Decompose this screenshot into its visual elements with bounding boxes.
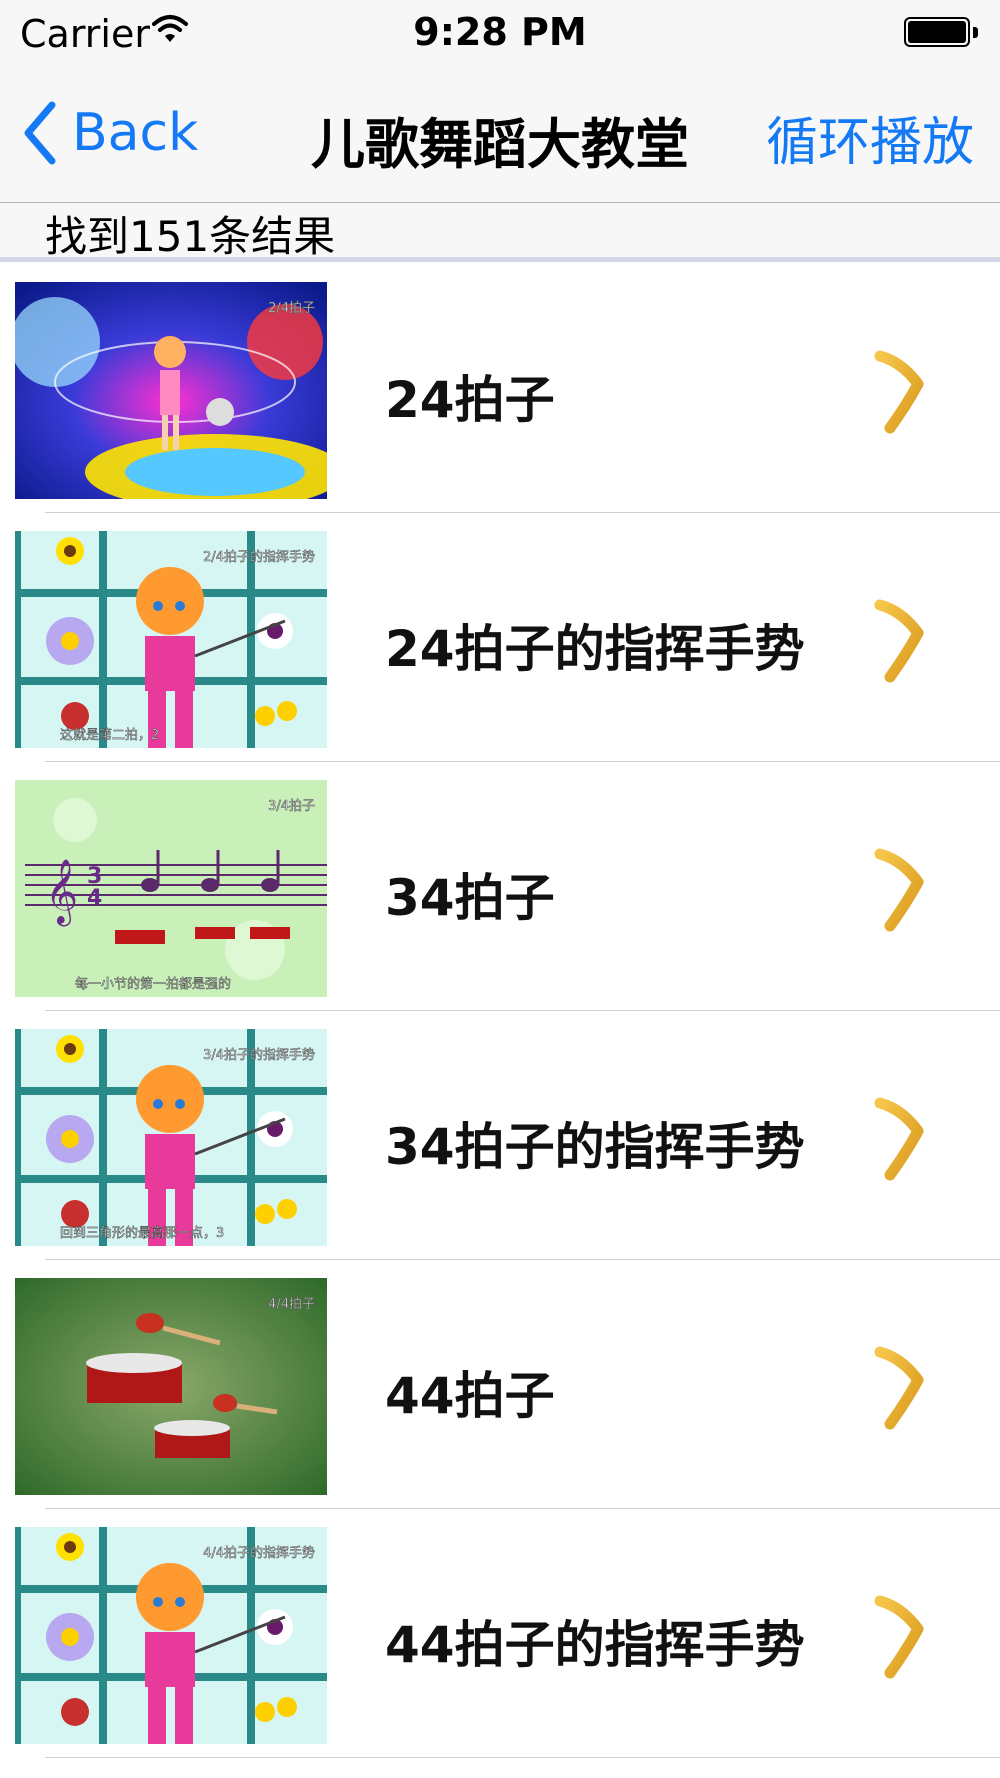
results-count: 找到151条结果 — [45, 212, 336, 261]
list-item[interactable]: 4/4拍子 44拍子 — [0, 1260, 1000, 1509]
video-title: 24拍子 — [385, 371, 555, 429]
list-item[interactable]: 3/4拍子的指挥手势回到三角形的最高那一点，3 34拍子的指挥手势 — [0, 1011, 1000, 1260]
svg-text:𝄞: 𝄞 — [45, 859, 78, 926]
orange-chevron-icon — [872, 1091, 932, 1185]
battery-icon — [904, 17, 978, 49]
thumbnail-caption: 3/4拍子的指挥手势 — [203, 1047, 315, 1063]
video-thumbnail: 4/4拍子的指挥手势 — [15, 1527, 327, 1744]
list-item[interactable]: 2/4拍子的指挥手势这就是第二拍，2 24拍子的指挥手势 — [0, 513, 1000, 762]
video-title: 44拍子 — [385, 1367, 555, 1425]
thumbnail-subtitle: 回到三角形的最高那一点，3 — [60, 1225, 224, 1241]
video-title: 24拍子的指挥手势 — [385, 620, 805, 678]
orange-chevron-icon — [872, 344, 932, 438]
thumbnail-caption: 4/4拍子的指挥手势 — [203, 1545, 315, 1561]
thumbnail-subtitle: 每一小节的第一拍都是强的 — [75, 976, 231, 992]
clock: 9:28 PM — [413, 10, 587, 54]
thumbnail-caption: 4/4拍子 — [268, 1297, 315, 1312]
orange-chevron-icon — [872, 1340, 932, 1434]
video-thumbnail: 𝄞 3 4 3/4拍子 每一小节的第一拍都是强的 — [15, 780, 327, 997]
video-thumbnail: 2/4拍子的指挥手势这就是第二拍，2 — [15, 531, 327, 748]
back-chevron-icon — [24, 101, 56, 165]
video-thumbnail: 2/4拍子 — [15, 282, 327, 499]
list-item[interactable]: 𝄞 3 4 3/4拍子 每一小节的第一拍都是强的 34拍子 — [0, 762, 1000, 1011]
orange-chevron-icon — [872, 593, 932, 687]
list-item[interactable]: 4/4拍子的指挥手势 44拍子的指挥手势 — [0, 1509, 1000, 1758]
thumbnail-subtitle: 这就是第二拍，2 — [60, 727, 159, 743]
loop-play-button[interactable]: 循环播放 — [766, 100, 974, 175]
video-title: 34拍子的指挥手势 — [385, 1118, 805, 1176]
back-label: Back — [72, 103, 199, 163]
status-bar: Carrier 9:28 PM — [0, 0, 1000, 66]
video-list[interactable]: 2/4拍子 24拍子 2/4拍子的指挥手势这就是第二拍，2 24拍子的指挥手势 — [0, 264, 1000, 1758]
video-thumbnail: 4/4拍子 — [15, 1278, 327, 1495]
video-title: 34拍子 — [385, 869, 555, 927]
results-header: 找到151条结果 — [0, 203, 1000, 262]
video-thumbnail: 3/4拍子的指挥手势回到三角形的最高那一点，3 — [15, 1029, 327, 1246]
video-title: 44拍子的指挥手势 — [385, 1616, 805, 1674]
thumbnail-caption: 2/4拍子 — [268, 301, 315, 316]
thumbnail-caption: 3/4拍子 — [268, 799, 315, 814]
svg-text:4: 4 — [87, 886, 102, 911]
thumbnail-caption: 2/4拍子的指挥手势 — [203, 549, 315, 565]
back-button[interactable]: Back — [22, 98, 198, 168]
orange-chevron-icon — [872, 1589, 932, 1683]
list-item[interactable]: 2/4拍子 24拍子 — [0, 264, 1000, 513]
navigation-bar: Back 儿歌舞蹈大教堂 循环播放 — [0, 66, 1000, 203]
orange-chevron-icon — [872, 842, 932, 936]
